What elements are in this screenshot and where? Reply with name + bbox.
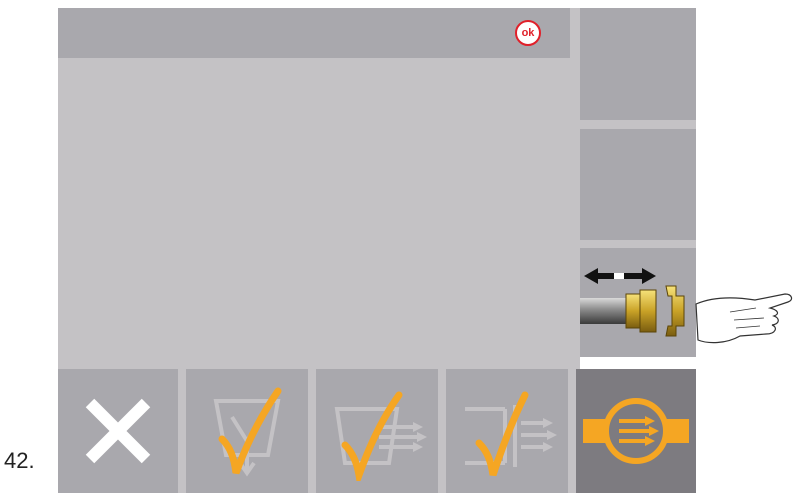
- status-bar: ok: [58, 8, 570, 58]
- check-tank-arrows-icon: [334, 391, 427, 481]
- main-display-area: [58, 58, 570, 369]
- confirm-flow-button[interactable]: [446, 369, 568, 493]
- divider: [568, 369, 576, 493]
- push-pull-arrow-icon: [584, 268, 656, 284]
- check-funnel-icon: [213, 387, 282, 477]
- check-wall-arrows-icon: [465, 391, 557, 477]
- step-number: 42.: [4, 448, 35, 473]
- divider: [570, 8, 580, 369]
- cancel-button[interactable]: [58, 369, 178, 493]
- divider: [580, 120, 696, 129]
- side-button-1[interactable]: [580, 8, 696, 120]
- side-button-2[interactable]: [580, 129, 696, 240]
- device-screen: ok: [58, 8, 793, 493]
- ok-status-badge[interactable]: ok: [515, 20, 541, 46]
- confirm-fill-button[interactable]: [316, 369, 438, 493]
- side-button-coupling[interactable]: [580, 248, 793, 357]
- divider: [178, 369, 186, 493]
- close-icon: [85, 398, 151, 464]
- confirm-drain-button[interactable]: [186, 369, 308, 493]
- flow-meter-icon: [583, 398, 689, 464]
- hose-coupling-icon: [580, 268, 793, 344]
- flow-meter-button[interactable]: [576, 369, 696, 493]
- divider: [438, 369, 446, 493]
- divider: [308, 369, 316, 493]
- divider: [580, 240, 696, 248]
